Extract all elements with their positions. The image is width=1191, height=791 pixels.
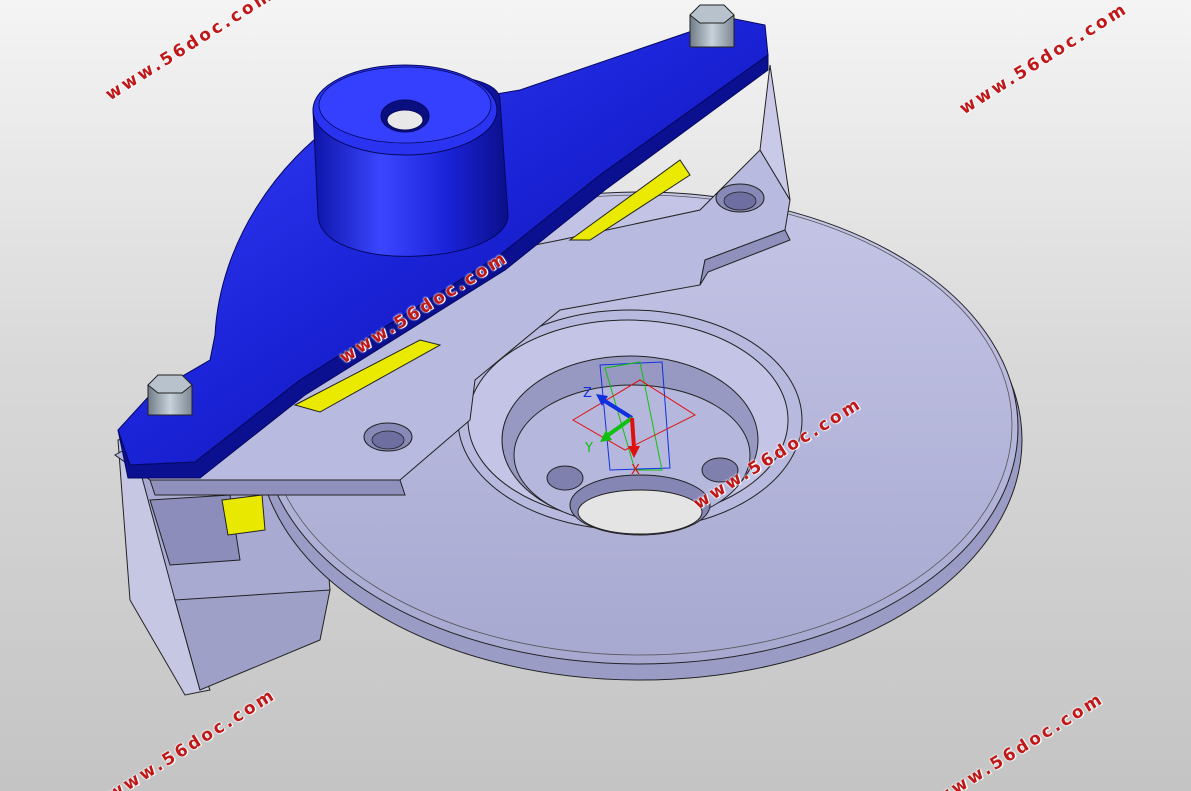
lower-pad <box>221 494 266 536</box>
cylinder-bore <box>386 109 424 131</box>
bolt[interactable] <box>689 4 735 48</box>
brake-assembly-model[interactable]: Z Y X <box>0 0 1191 791</box>
z-axis-label: Z <box>583 386 592 401</box>
hub-bolt-hole <box>546 465 584 491</box>
x-axis-label: X <box>631 463 640 478</box>
bolt[interactable] <box>147 374 193 416</box>
x-axis <box>630 417 636 449</box>
cad-viewport[interactable]: Z Y X www.56doc.com www.56doc.com www.56… <box>0 0 1191 791</box>
center-bore <box>577 489 703 535</box>
y-axis-label: Y <box>584 441 593 456</box>
